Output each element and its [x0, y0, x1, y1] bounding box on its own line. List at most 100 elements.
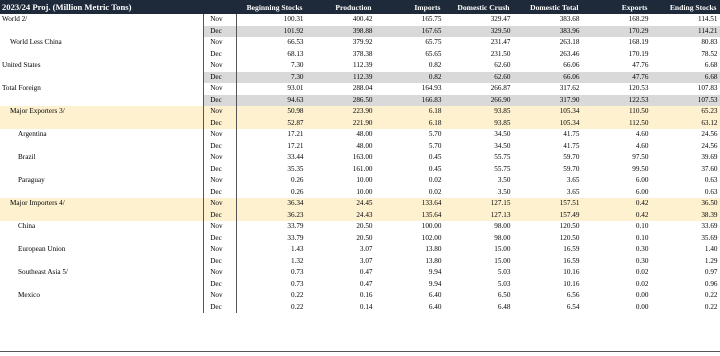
table-header: 2023/24 Proj. (Million Metric Tons) Begi… — [0, 0, 720, 14]
period-cell: Dec — [203, 25, 237, 37]
table-row: Argentina Nov 17.21 48.00 5.70 34.50 41.75 4.60… — [0, 129, 720, 141]
domestic-crush-cell: 34.50 — [494, 141, 511, 150]
region-name-cell: United States — [2, 61, 41, 70]
region-name-cell — [0, 187, 204, 199]
imports-cell: 0.45 — [428, 164, 442, 173]
table-row: World Less China Nov 66.53 379.92 65.75 231.4… — [0, 37, 720, 49]
ending-stocks-cell: 0.97 — [704, 268, 718, 277]
exports-cell: 170.29 — [581, 25, 651, 37]
production-cell: 286.50 — [305, 94, 375, 106]
exports-cell: 0.42 — [581, 209, 651, 221]
table-row: Dec 36.23 24.43 135.64 127.13 157.49 0.42 38.39 — [0, 209, 720, 221]
supply-use-table-container: 2023/24 Proj. (Million Metric Tons) Begi… — [0, 0, 720, 313]
column-header-domestic-crush: Domestic Crush — [443, 0, 513, 14]
production-cell: 0.47 — [359, 279, 373, 288]
period-cell: Dec — [203, 71, 237, 83]
period-cell: Dec — [203, 117, 237, 129]
imports-cell: 0.82 — [374, 71, 444, 83]
table-row: Mexico Nov 0.22 0.16 6.40 6.50 6.56 0.00 0.22 — [0, 290, 720, 302]
domestic-total-cell: 10.16 — [563, 268, 580, 277]
region-name-cell: World Less China — [10, 38, 62, 47]
domestic-total-cell: 383.96 — [512, 25, 582, 37]
table-row: Total Foreign Nov 93.01 288.04 164.93 266.87 3… — [0, 83, 720, 95]
beginning-stocks-cell: 50.98 — [236, 106, 306, 118]
imports-cell: 0.02 — [428, 187, 442, 196]
beginning-stocks-cell: 0.73 — [236, 278, 306, 290]
region-name-cell: Brazil — [18, 153, 36, 162]
domestic-total-cell: 10.16 — [563, 279, 580, 288]
region-name-cell — [0, 141, 204, 153]
ending-stocks-cell: 107.83 — [697, 84, 718, 93]
production-cell: 0.47 — [359, 268, 373, 277]
period-cell: Dec — [203, 209, 237, 221]
column-header-ending-stocks: Ending Stocks — [650, 0, 720, 14]
imports-cell: 6.40 — [428, 291, 442, 300]
ending-stocks-cell: 78.52 — [701, 49, 718, 58]
table-row: Dec 17.21 48.00 5.70 34.50 41.75 4.60 24.56 — [0, 140, 720, 153]
beginning-stocks-cell: 17.21 — [236, 129, 306, 141]
ending-stocks-cell: 37.60 — [701, 164, 718, 173]
exports-cell: 0.10 — [635, 233, 649, 242]
production-cell: 3.07 — [359, 245, 373, 254]
region-name-cell: Total Foreign — [2, 84, 41, 93]
production-cell: 10.00 — [356, 187, 373, 196]
region-name-cell — [0, 164, 204, 176]
period-cell: Nov — [203, 175, 237, 187]
beginning-stocks-cell: 52.87 — [236, 117, 306, 129]
exports-cell: 6.00 — [635, 176, 649, 185]
domestic-total-cell: 3.65 — [566, 187, 580, 196]
ending-stocks-cell: 38.39 — [650, 209, 720, 221]
beginning-stocks-cell: 17.21 — [236, 140, 306, 152]
exports-cell: 0.02 — [635, 279, 649, 288]
period-cell: Nov — [203, 221, 237, 233]
imports-cell: 6.40 — [428, 302, 442, 311]
ending-stocks-cell: 6.68 — [704, 61, 718, 70]
imports-cell: 133.64 — [374, 198, 444, 210]
period-cell: Dec — [203, 163, 237, 175]
beginning-stocks-cell: 68.13 — [236, 48, 306, 60]
exports-cell: 47.76 — [632, 61, 649, 70]
production-cell: 163.00 — [352, 153, 373, 162]
production-cell: 0.14 — [359, 302, 373, 311]
exports-cell: 4.60 — [635, 130, 649, 139]
period-cell: Nov — [203, 152, 237, 164]
period-cell: Nov — [203, 106, 237, 118]
domestic-total-cell: 6.54 — [566, 302, 580, 311]
table-row: World 2/Nov 100.31 400.42 165.75 329.47 383.6… — [0, 14, 720, 26]
domestic-crush-cell: 93.85 — [443, 117, 513, 129]
beginning-stocks-cell: 0.26 — [236, 175, 306, 187]
soybean-supply-use-table: 2023/24 Proj. (Million Metric Tons) Begi… — [0, 0, 720, 313]
table-row: Dec 33.79 20.50 102.00 98.00 120.50 0.10 35.69 — [0, 232, 720, 245]
imports-cell: 65.65 — [425, 49, 442, 58]
imports-cell: 5.70 — [428, 130, 442, 139]
region-name-cell — [0, 209, 204, 221]
region-name-cell: European Union — [18, 245, 66, 254]
column-header-exports: Exports — [581, 0, 651, 14]
region-name-cell — [0, 233, 204, 245]
period-cell: Dec — [203, 140, 237, 152]
ending-stocks-cell: 114.21 — [650, 25, 720, 37]
production-cell: 223.90 — [305, 106, 375, 118]
region-name-cell: Major Importers 4/ — [0, 198, 204, 210]
region-name-cell: Mexico — [18, 291, 40, 300]
imports-cell: 135.64 — [374, 209, 444, 221]
period-cell: Dec — [203, 232, 237, 244]
domestic-total-cell: 41.75 — [563, 130, 580, 139]
domestic-crush-cell: 55.75 — [494, 164, 511, 173]
production-cell: 24.45 — [305, 198, 375, 210]
ending-stocks-cell: 0.63 — [704, 176, 718, 185]
period-cell: Nov — [203, 14, 237, 26]
ending-stocks-cell: 39.69 — [701, 153, 718, 162]
exports-cell: 110.50 — [581, 106, 651, 118]
table-row: Dec 52.87 221.90 6.18 93.85 105.34 112.50 63.12 — [0, 117, 720, 129]
table-body: World 2/Nov 100.31 400.42 165.75 329.47 383.6… — [0, 14, 720, 313]
production-cell: 221.90 — [305, 117, 375, 129]
period-cell: Nov — [203, 129, 237, 141]
exports-cell: 122.53 — [581, 94, 651, 106]
domestic-crush-cell: 15.00 — [494, 256, 511, 265]
domestic-total-cell: 157.49 — [512, 209, 582, 221]
table-row: Dec 0.22 0.14 6.40 6.48 6.54 0.00 0.22 — [0, 301, 720, 313]
exports-cell: 120.53 — [628, 84, 649, 93]
beginning-stocks-cell: 94.63 — [236, 94, 306, 106]
ending-stocks-cell: 107.53 — [650, 94, 720, 106]
